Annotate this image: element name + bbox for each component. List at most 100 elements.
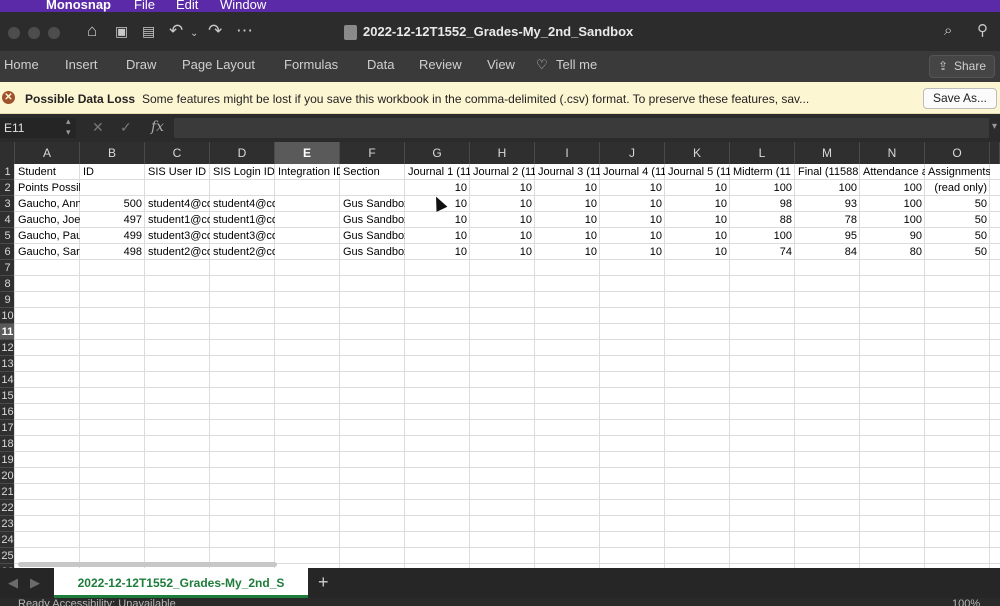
row-header-20[interactable]: 20 (0, 468, 15, 484)
row-header-25[interactable]: 25 (0, 548, 15, 564)
cell-m6[interactable]: 84 (795, 244, 860, 260)
cell-i4[interactable]: 10 (535, 212, 600, 228)
menu-file[interactable]: File (134, 0, 155, 12)
cell-k3[interactable]: 10 (665, 196, 730, 212)
tab-view[interactable]: View (487, 57, 515, 72)
row-header-18[interactable]: 18 (0, 436, 15, 452)
close-window-button[interactable] (8, 27, 20, 39)
zoom-window-button[interactable] (48, 27, 60, 39)
confirm-formula-icon[interactable]: ✓ (120, 119, 132, 136)
cell-a6[interactable]: Gaucho, Sara (15, 244, 80, 260)
cell-d1[interactable]: SIS Login ID (210, 164, 275, 180)
cell-d3[interactable]: student4@collaborate (210, 196, 275, 212)
column-header-i[interactable]: I (535, 142, 600, 164)
cell-a3[interactable]: Gaucho, Ann (15, 196, 80, 212)
spreadsheet-grid[interactable]: A B C D E F G H I J K L M N O 1 2 3 4 5 6 7 8 9 10 11 12 13 14 15 16 17… (0, 142, 1000, 568)
cell-h4[interactable]: 10 (470, 212, 535, 228)
cell-b5[interactable]: 499 (80, 228, 145, 244)
cell-n4[interactable]: 100 (860, 212, 925, 228)
cell-i6[interactable]: 10 (535, 244, 600, 260)
column-header-l[interactable]: L (730, 142, 795, 164)
minimize-window-button[interactable] (28, 27, 40, 39)
cell-o3[interactable]: 50 (925, 196, 990, 212)
cell-c6[interactable]: student2@co (145, 244, 210, 260)
cell-o2[interactable]: (read only) (925, 180, 990, 196)
row-header-14[interactable]: 14 (0, 372, 15, 388)
column-header-d[interactable]: D (210, 142, 275, 164)
cell-h1[interactable]: Journal 2 (11 (470, 164, 535, 180)
cell-h3[interactable]: 10 (470, 196, 535, 212)
save-as-button[interactable]: Save As... (923, 88, 997, 109)
cell-n2[interactable]: 100 (860, 180, 925, 196)
cell-b1[interactable]: ID (80, 164, 145, 180)
column-header-a[interactable]: A (15, 142, 80, 164)
row-header-7[interactable]: 7 (0, 260, 15, 276)
cell-a5[interactable]: Gaucho, Pau (15, 228, 80, 244)
cell-d6[interactable]: student2@collaborate (210, 244, 275, 260)
cell-j3[interactable]: 10 (600, 196, 665, 212)
cell-c5[interactable]: student3@co (145, 228, 210, 244)
cell-c1[interactable]: SIS User ID (145, 164, 210, 180)
cell-i1[interactable]: Journal 3 (11 (535, 164, 600, 180)
save-as-icon[interactable]: ▤ (142, 21, 155, 41)
row-header-4[interactable]: 4 (0, 212, 15, 228)
cell-k5[interactable]: 10 (665, 228, 730, 244)
warning-icon[interactable]: ✕ (2, 91, 15, 104)
tab-formulas[interactable]: Formulas (284, 57, 338, 72)
cell-c4[interactable]: student1@co (145, 212, 210, 228)
tab-page-layout[interactable]: Page Layout (182, 57, 255, 72)
select-all-corner[interactable] (0, 142, 15, 164)
cell-e1[interactable]: Integration ID (275, 164, 340, 180)
next-sheet-icon[interactable]: ▶ (30, 575, 40, 591)
column-header-b[interactable]: B (80, 142, 145, 164)
row-header-2[interactable]: 2 (0, 180, 15, 196)
cell-g4[interactable]: 10 (405, 212, 470, 228)
row-header-8[interactable]: 8 (0, 276, 15, 292)
row-header-23[interactable]: 23 (0, 516, 15, 532)
cell-o6[interactable]: 50 (925, 244, 990, 260)
cell-g1[interactable]: Journal 1 (11 (405, 164, 470, 180)
cell-c3[interactable]: student4@co (145, 196, 210, 212)
name-box[interactable]: E11 (0, 118, 76, 138)
cell-m2[interactable]: 100 (795, 180, 860, 196)
column-header-h[interactable]: H (470, 142, 535, 164)
cell-j5[interactable]: 10 (600, 228, 665, 244)
column-header-k[interactable]: K (665, 142, 730, 164)
cell-i5[interactable]: 10 (535, 228, 600, 244)
cell-n3[interactable]: 100 (860, 196, 925, 212)
cell-b4[interactable]: 497 (80, 212, 145, 228)
tab-data[interactable]: Data (367, 57, 394, 72)
cell-d5[interactable]: student3@collaborate (210, 228, 275, 244)
cell-j1[interactable]: Journal 4 (11 (600, 164, 665, 180)
cell-h6[interactable]: 10 (470, 244, 535, 260)
column-header-g[interactable]: G (405, 142, 470, 164)
cell-f6[interactable]: Gus Sandbox (340, 244, 405, 260)
cell-o1[interactable]: Assignments (925, 164, 990, 180)
row-header-3[interactable]: 3 (0, 196, 15, 212)
tab-insert[interactable]: Insert (65, 57, 98, 72)
cell-j4[interactable]: 10 (600, 212, 665, 228)
home-icon[interactable]: ⌂ (87, 21, 97, 41)
row-header-13[interactable]: 13 (0, 356, 15, 372)
cell-o5[interactable]: 50 (925, 228, 990, 244)
cell-g2[interactable]: 10 (405, 180, 470, 196)
cell-h2[interactable]: 10 (470, 180, 535, 196)
row-header-6[interactable]: 6 (0, 244, 15, 260)
horizontal-scrollbar[interactable] (18, 562, 277, 567)
cell-k1[interactable]: Journal 5 (11 (665, 164, 730, 180)
row-header-21[interactable]: 21 (0, 484, 15, 500)
zoom-level[interactable]: 100% (952, 598, 980, 606)
previous-sheet-icon[interactable]: ◀ (8, 575, 18, 591)
row-header-1[interactable]: 1 (0, 164, 15, 180)
cell-b3[interactable]: 500 (80, 196, 145, 212)
row-header-19[interactable]: 19 (0, 452, 15, 468)
cell-i3[interactable]: 10 (535, 196, 600, 212)
row-header-16[interactable]: 16 (0, 404, 15, 420)
cell-k4[interactable]: 10 (665, 212, 730, 228)
row-header-22[interactable]: 22 (0, 500, 15, 516)
column-header-e[interactable]: E (275, 142, 340, 164)
cell-g6[interactable]: 10 (405, 244, 470, 260)
cell-i2[interactable]: 10 (535, 180, 600, 196)
cell-a4[interactable]: Gaucho, Joe (15, 212, 80, 228)
cell-h5[interactable]: 10 (470, 228, 535, 244)
